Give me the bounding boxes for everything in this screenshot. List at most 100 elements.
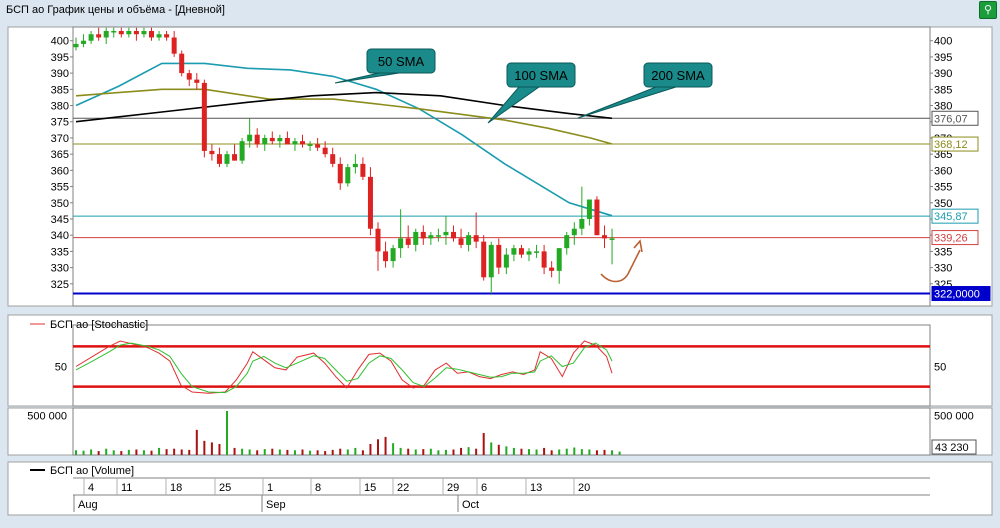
chart-window: БСП ао График цены и объёма - [Дневной] … — [0, 0, 1000, 528]
candle-body — [262, 137, 268, 145]
candle-body — [420, 231, 426, 239]
candle-body — [549, 267, 555, 271]
time-tick-label: 1 — [267, 482, 273, 494]
time-tick-label: 15 — [364, 482, 376, 494]
volume-bar — [618, 451, 621, 455]
price-tick-label-left: 385 — [51, 84, 69, 96]
volume-legend: БСП ао [Volume] — [50, 465, 134, 477]
price-tick-label-left: 330 — [51, 263, 69, 275]
volume-bar — [535, 449, 538, 455]
time-tick-label: 4 — [88, 482, 94, 494]
volume-bar — [180, 449, 183, 455]
volume-bar — [158, 447, 161, 455]
price-tick-label-left: 340 — [51, 230, 69, 242]
candle-body — [413, 231, 419, 245]
volume-bar — [218, 444, 221, 455]
time-tick-label: 11 — [121, 482, 132, 494]
candle-body — [367, 176, 373, 229]
volume-bar — [316, 450, 319, 455]
candle-body — [458, 238, 464, 245]
price-tick-label-left: 355 — [51, 182, 69, 194]
volume-bar — [112, 450, 115, 455]
volume-bar — [278, 449, 281, 455]
price-tick-label-right: 390 — [934, 68, 952, 80]
candle-body — [171, 37, 177, 54]
candle-body — [300, 141, 305, 145]
candle-body — [451, 231, 456, 239]
candle-body — [118, 31, 124, 35]
price-level-label: 345,87 — [934, 211, 968, 223]
volume-bar — [444, 449, 447, 455]
callout-label: 200 SMA — [651, 68, 705, 83]
title-bar: БСП ао График цены и объёма - [Дневной] … — [0, 0, 1000, 22]
volume-bar — [120, 451, 123, 455]
candle-body — [571, 228, 577, 236]
candle-body — [126, 31, 132, 35]
candle-body — [609, 238, 615, 240]
candle-body — [73, 43, 79, 48]
volume-bar — [324, 451, 327, 455]
candle-body — [322, 147, 328, 155]
candle-body — [534, 251, 540, 253]
candle-body — [594, 199, 600, 236]
volume-last-value: 43 230 — [935, 442, 969, 454]
volume-bar — [309, 450, 312, 455]
volume-bar — [90, 449, 93, 455]
volume-bar — [565, 448, 568, 455]
candle-body — [518, 248, 524, 255]
candle-body — [564, 235, 570, 249]
price-tick-label-left: 365 — [51, 149, 69, 161]
callout-label: 100 SMA — [514, 68, 568, 83]
volume-bar — [467, 447, 470, 455]
candle-body — [284, 137, 290, 145]
volume-bar — [354, 447, 357, 455]
volume-bar — [226, 411, 228, 455]
candle-body — [292, 141, 298, 145]
volume-bar — [142, 450, 145, 455]
volume-bar — [460, 447, 463, 455]
price-tick-label-right: 395 — [934, 52, 952, 64]
volume-bar — [301, 449, 304, 455]
price-tick-label-right: 380 — [934, 101, 952, 113]
volume-bar — [580, 449, 583, 455]
volume-bar — [603, 449, 606, 455]
volume-bar — [497, 444, 500, 455]
price-level-label: 368,12 — [934, 139, 968, 151]
candle-body — [496, 244, 502, 268]
month-label: Sep — [266, 499, 286, 511]
candle-body — [156, 34, 162, 38]
candle-body — [360, 163, 366, 177]
panel-background — [7, 407, 993, 456]
chart-area[interactable]: 3253253303303353353403403453453503503553… — [0, 22, 1000, 528]
candle-body — [269, 137, 275, 142]
volume-bar — [399, 447, 402, 455]
panel-background — [7, 314, 993, 407]
link-icon[interactable]: ⚲ — [979, 1, 997, 19]
candle-body — [345, 167, 351, 184]
candle-body — [405, 238, 411, 245]
candle-body — [375, 228, 381, 252]
candle-body — [149, 31, 154, 38]
price-tick-label-left: 395 — [51, 52, 69, 64]
candle-body — [579, 218, 585, 229]
price-level-label: 322,0000 — [934, 289, 980, 301]
price-tick-label-left: 380 — [51, 101, 69, 113]
volume-bar — [369, 444, 372, 455]
volume-bar — [595, 450, 598, 455]
candle-body — [81, 40, 87, 44]
month-label: Aug — [78, 499, 98, 511]
candle-body — [216, 154, 222, 164]
volume-bar — [331, 449, 334, 455]
time-tick-label: 8 — [315, 482, 321, 494]
candle-body — [330, 154, 336, 164]
volume-bar — [482, 433, 485, 455]
time-tick-label: 22 — [397, 482, 409, 494]
candle-body — [224, 154, 230, 164]
volume-bar — [241, 448, 244, 455]
stochastic-legend: БСП ао [Stochastic] — [50, 319, 148, 331]
volume-bar — [105, 448, 108, 455]
price-tick-label-left: 400 — [51, 36, 69, 48]
candle-body — [526, 251, 532, 255]
volume-tick-label-right: 500 000 — [934, 411, 974, 423]
candle-body — [209, 150, 215, 155]
